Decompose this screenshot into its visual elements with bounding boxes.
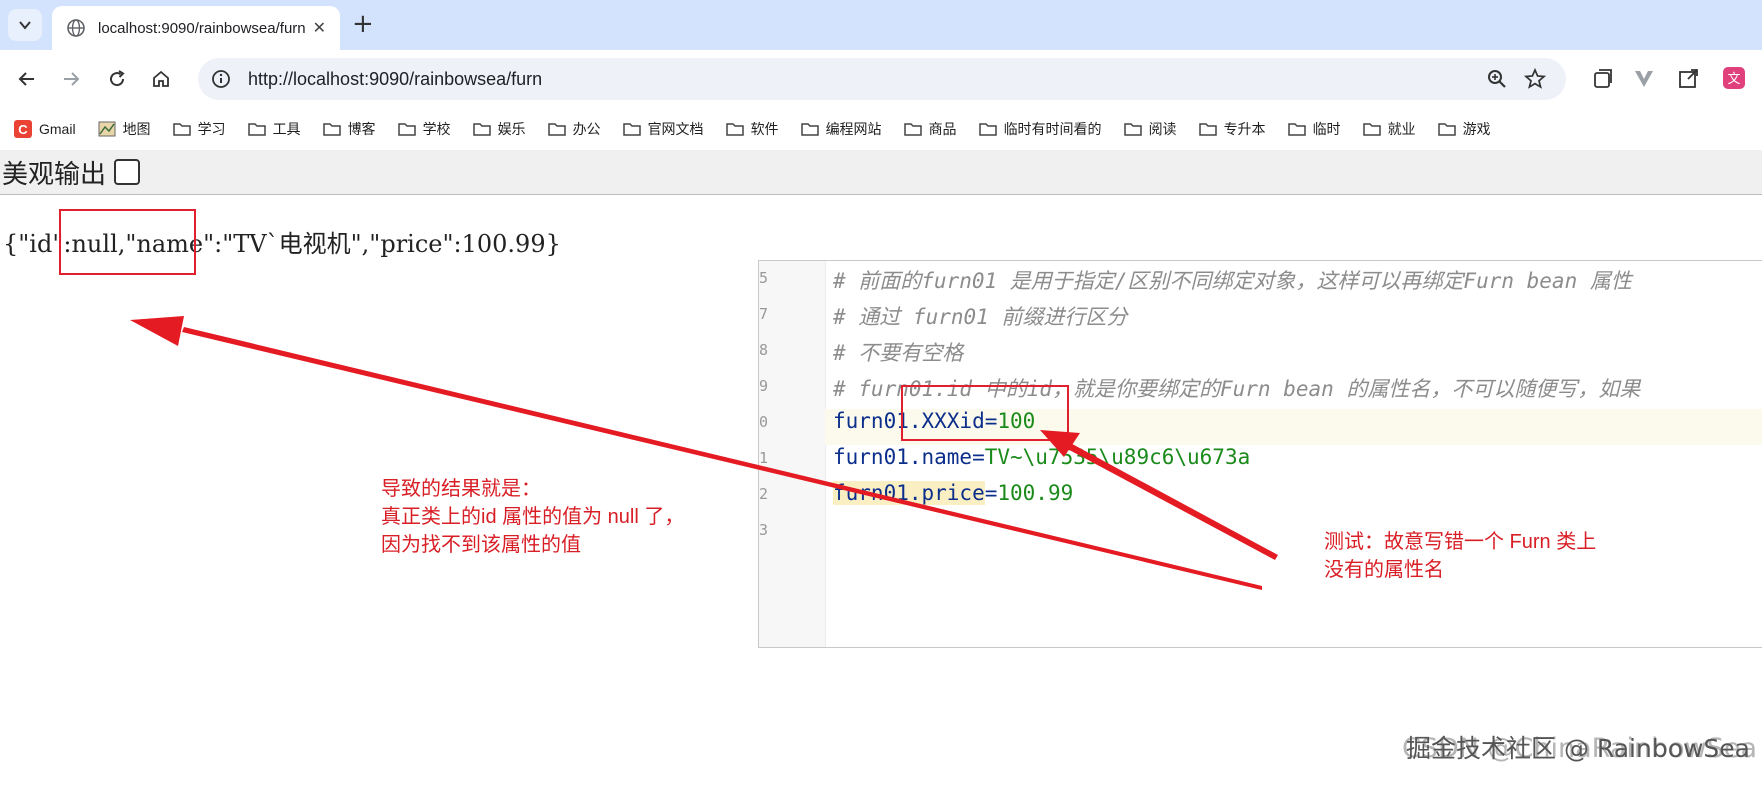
browser-toolbar: 文 [0, 50, 1762, 108]
home-icon [153, 70, 169, 87]
pretty-print-label: 美观输出 [2, 159, 107, 190]
code-comment: # 不要有空格 [833, 341, 964, 365]
code-comment: # 前面的furn01 是用于指定/区别不同绑定对象，这样可以再绑定Furn b… [833, 269, 1632, 293]
folder-icon [1287, 123, 1306, 136]
pretty-print-bar: 美观输出 [0, 150, 1762, 195]
bookmark-map[interactable]: 地图 [98, 119, 151, 139]
bookmark-folder[interactable]: 学习 [172, 119, 226, 139]
gmail-icon: C [14, 120, 32, 138]
line-number: 8 [759, 341, 769, 359]
home-button[interactable] [146, 64, 176, 94]
line-number: 9 [759, 377, 769, 395]
folder-icon [978, 123, 997, 136]
translate-icon[interactable]: 文 [1722, 66, 1746, 90]
folder-icon [397, 123, 416, 136]
line-number: 5 [759, 269, 769, 287]
bookmark-folder[interactable]: 编程网站 [800, 119, 882, 139]
bookmark-folder[interactable]: 阅读 [1123, 119, 1177, 139]
line-number: 2 [759, 485, 769, 503]
property-key: furn01.name [833, 445, 973, 469]
folder-icon [800, 123, 819, 136]
extension-v-icon[interactable] [1632, 67, 1656, 91]
back-button[interactable] [12, 64, 42, 94]
folder-icon [172, 123, 191, 136]
bookmark-folder[interactable]: 博客 [322, 119, 376, 139]
tab-strip: localhost:9090/rainbowsea/furn ✕ + [0, 0, 1762, 50]
watermark-juejin: 掘金技术社区 @ RainbowSea [1406, 734, 1751, 763]
line-number: 7 [759, 305, 769, 323]
reload-button[interactable] [102, 64, 132, 94]
bookmark-folder[interactable]: 学校 [397, 119, 451, 139]
bookmark-folder[interactable]: 工具 [247, 119, 301, 139]
arrow-left-icon [18, 72, 34, 86]
address-bar[interactable] [198, 58, 1566, 100]
bookmark-folder[interactable]: 游戏 [1437, 119, 1491, 139]
arrow-right-icon [64, 72, 80, 86]
bookmark-folder[interactable]: 软件 [725, 119, 779, 139]
folder-icon [725, 123, 744, 136]
browser-tab[interactable]: localhost:9090/rainbowsea/furn ✕ [52, 6, 340, 50]
bookmark-folder[interactable]: 办公 [547, 119, 601, 139]
bookmark-folder[interactable]: 临时有时间看的 [978, 119, 1102, 139]
bookmark-folder[interactable]: 娱乐 [472, 119, 526, 139]
folder-icon [622, 123, 641, 136]
line-number: 3 [759, 521, 769, 539]
code-id-highlight-box [901, 385, 1069, 441]
svg-text:文: 文 [1727, 72, 1740, 87]
chevron-down-icon [19, 21, 31, 30]
bookmark-folder[interactable]: 官网文档 [622, 119, 704, 139]
bookmark-folder[interactable]: 商品 [903, 119, 957, 139]
json-id-highlight-box [59, 209, 196, 275]
bookmark-folder[interactable]: 就业 [1362, 119, 1416, 139]
code-comment: # 通过 furn01 前缀进行区分 [833, 305, 1128, 329]
code-line-name[interactable]: furn01.name=TV~\u7535\u89c6\u673a [833, 445, 1250, 469]
info-icon[interactable] [210, 68, 232, 90]
globe-icon [67, 19, 85, 37]
bookmark-folder[interactable]: 临时 [1287, 119, 1341, 139]
property-value: TV~\u7535\u89c6\u673a [984, 445, 1251, 469]
forward-button[interactable] [56, 64, 86, 94]
reload-icon [110, 70, 125, 87]
bookmark-gmail[interactable]: C Gmail [14, 120, 76, 138]
folder-icon [1198, 123, 1217, 136]
annotation-test: 测试：故意写错一个 Furn 类上 没有的属性名 [1324, 531, 1597, 581]
zoom-icon[interactable] [1486, 68, 1508, 90]
arrow-left-head [130, 316, 184, 346]
watermark: CSDN @ChinaRainbowSea 掘金技术社区 @ RainbowSe… [1402, 733, 1757, 764]
folder-icon [1123, 123, 1142, 136]
folder-icon [247, 123, 266, 136]
tab-search-button[interactable] [8, 9, 42, 41]
close-icon[interactable]: ✕ [313, 18, 326, 37]
new-tab-button[interactable]: + [352, 10, 374, 38]
property-value: 100.99 [997, 481, 1074, 505]
folder-icon [472, 123, 491, 136]
line-number: 1 [759, 449, 769, 467]
pretty-print-checkbox[interactable] [114, 159, 141, 185]
url-input[interactable] [246, 67, 1350, 91]
code-editor-overlay: 5 7 8 9 0 1 2 3 # 前面的furn01 是用于指定/区别不同绑定… [758, 260, 1762, 648]
folder-icon [547, 123, 566, 136]
property-key: furn01.price [833, 481, 985, 505]
folder-icon [322, 123, 341, 136]
folder-icon [903, 123, 922, 136]
folder-icon [1437, 123, 1456, 136]
line-number: 0 [759, 413, 769, 431]
map-icon [98, 121, 116, 137]
open-external-icon[interactable] [1676, 67, 1700, 91]
tab-copy-icon[interactable] [1590, 67, 1614, 91]
bookmarks-bar: C Gmail 地图 学习 工具 博客 学校 娱乐 办公 官网文档 软件 编程网… [0, 108, 1762, 150]
star-icon[interactable] [1524, 68, 1546, 90]
code-line-price[interactable]: furn01.price=100.99 [833, 481, 1073, 505]
tab-title: localhost:9090/rainbowsea/furn [98, 19, 306, 37]
folder-icon [1362, 123, 1381, 136]
line-gutter: 5 7 8 9 0 1 2 3 [759, 261, 826, 647]
annotation-result: 导致的结果就是： 真正类上的id 属性的值为 null 了， 因为找不到该属性的… [381, 478, 685, 556]
bookmark-folder[interactable]: 专升本 [1198, 119, 1266, 139]
